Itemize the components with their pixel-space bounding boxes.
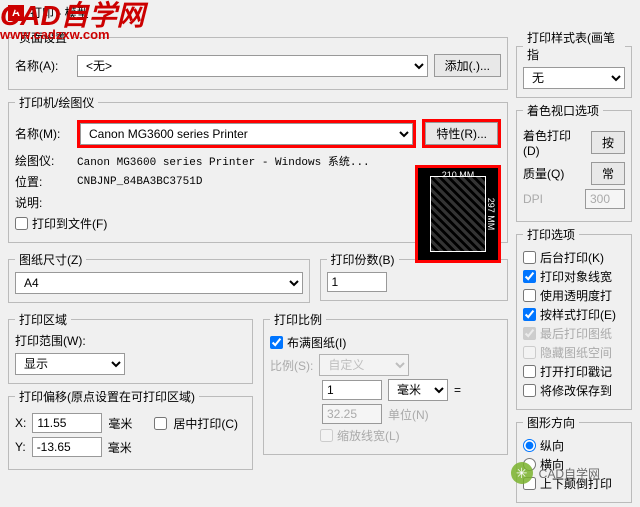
opt-hide-checkbox xyxy=(523,346,536,359)
opt-trans-checkbox[interactable] xyxy=(523,289,536,302)
ratio-label: 比例(S): xyxy=(270,357,313,374)
shaded-legend: 着色视口选项 xyxy=(523,102,603,119)
bottom-watermark-text: CAD自学网 xyxy=(539,465,600,482)
opt-bg-label: 后台打印(K) xyxy=(540,249,604,266)
offset-y-unit: 毫米 xyxy=(108,439,132,456)
shade-print-button[interactable]: 按 xyxy=(591,131,625,154)
print-area-group: 打印区域 打印范围(W): 显示 xyxy=(8,311,253,384)
opt-save-checkbox[interactable] xyxy=(523,384,536,397)
plotter-label: 绘图仪: xyxy=(15,152,71,169)
orient-group: 图形方向 纵向 横向 上下颠倒打印 xyxy=(516,414,632,503)
style-group: 打印样式表(画笔指 无 xyxy=(516,29,632,98)
scale-lw-label: 缩放线宽(L) xyxy=(337,427,400,444)
print-to-file-label: 打印到文件(F) xyxy=(32,215,107,232)
shade-print-label: 着色打印(D) xyxy=(523,127,585,158)
opt-obj-checkbox[interactable] xyxy=(523,270,536,283)
print-area-legend: 打印区域 xyxy=(15,311,71,328)
center-label: 居中打印(C) xyxy=(173,415,238,432)
opt-last-label: 最后打印图纸 xyxy=(540,325,612,342)
opt-trans-label: 使用透明度打 xyxy=(540,287,612,304)
paper-size-legend: 图纸尺寸(Z) xyxy=(15,251,86,268)
offset-x-label: X: xyxy=(15,416,26,430)
portrait-radio[interactable] xyxy=(523,439,536,452)
preview-height: 297 MM xyxy=(486,198,496,231)
opt-stamp-checkbox[interactable] xyxy=(523,365,536,378)
opt-obj-label: 打印对象线宽 xyxy=(540,268,612,285)
orient-legend: 图形方向 xyxy=(523,414,579,431)
scale-bot-input xyxy=(322,404,382,424)
location-value: CNBJNP_84BA3BC3751D xyxy=(77,176,202,188)
page-setup-group: 页面设置 名称(A): <无> 添加(.)... xyxy=(8,29,508,90)
offset-x-unit: 毫米 xyxy=(108,415,132,432)
bottom-watermark: ✳ CAD自学网 xyxy=(511,462,600,484)
opt-bg-checkbox[interactable] xyxy=(523,251,536,264)
scale-legend: 打印比例 xyxy=(270,311,326,328)
plotter-value: Canon MG3600 series Printer - Windows 系统… xyxy=(77,153,370,169)
dialog-title: 打印 - 模型 xyxy=(30,4,89,21)
print-to-file-checkbox[interactable] xyxy=(15,217,28,230)
opt-style-checkbox[interactable] xyxy=(523,308,536,321)
page-name-select[interactable]: <无> xyxy=(77,55,428,77)
page-name-label: 名称(A): xyxy=(15,57,71,74)
quality-label: 质量(Q) xyxy=(523,165,585,182)
print-range-select[interactable]: 显示 xyxy=(15,353,125,375)
scale-unit-select[interactable]: 毫米 xyxy=(388,379,448,401)
location-label: 位置: xyxy=(15,173,71,190)
opt-save-label: 将修改保存到 xyxy=(540,382,612,399)
offset-legend: 打印偏移(原点设置在可打印区域) xyxy=(15,388,199,405)
portrait-label: 纵向 xyxy=(540,437,564,454)
dpi-input xyxy=(585,189,625,209)
options-legend: 打印选项 xyxy=(523,226,579,243)
paper-size-group: 图纸尺寸(Z) A4 xyxy=(8,251,310,303)
style-legend: 打印样式表(画笔指 xyxy=(523,29,625,63)
printer-name-label: 名称(M): xyxy=(15,125,71,142)
scale-bot-unit: 单位(N) xyxy=(388,406,429,423)
offset-y-label: Y: xyxy=(15,440,26,454)
style-select[interactable]: 无 xyxy=(523,67,625,89)
printer-legend: 打印机/绘图仪 xyxy=(15,94,98,111)
ratio-select: 自定义 xyxy=(319,354,409,376)
app-icon: A xyxy=(8,5,24,21)
fit-checkbox[interactable] xyxy=(270,336,283,349)
opt-last-checkbox xyxy=(523,327,536,340)
desc-label: 说明: xyxy=(15,194,71,211)
dpi-label: DPI xyxy=(523,192,579,206)
properties-button[interactable]: 特性(R)... xyxy=(425,122,498,145)
offset-y-input[interactable] xyxy=(32,437,102,457)
scale-group: 打印比例 布满图纸(I) 比例(S): 自定义 xyxy=(263,311,508,455)
center-checkbox[interactable] xyxy=(154,417,167,430)
opt-hide-label: 隐藏图纸空间 xyxy=(540,344,612,361)
paper-preview: 210 MM 297 MM xyxy=(415,165,501,263)
page-setup-legend: 页面设置 xyxy=(15,29,71,46)
add-button[interactable]: 添加(.)... xyxy=(434,54,501,77)
offset-x-input[interactable] xyxy=(32,413,102,433)
printer-group: 打印机/绘图仪 名称(M): Canon MG3600 series Print… xyxy=(8,94,508,243)
paper-size-select[interactable]: A4 xyxy=(15,272,303,294)
printer-name-select[interactable]: Canon MG3600 series Printer xyxy=(80,123,413,145)
opt-style-label: 按样式打印(E) xyxy=(540,306,616,323)
scale-top-input[interactable] xyxy=(322,380,382,400)
print-range-label: 打印范围(W): xyxy=(15,332,246,349)
shaded-group: 着色视口选项 着色打印(D) 按 质量(Q) 常 DPI xyxy=(516,102,632,222)
equals-label: = xyxy=(454,383,461,397)
quality-button[interactable]: 常 xyxy=(591,162,625,185)
fit-label: 布满图纸(I) xyxy=(287,334,346,351)
options-group: 打印选项 后台打印(K) 打印对象线宽 使用透明度打 按样式打印(E) 最后打印… xyxy=(516,226,632,410)
opt-stamp-label: 打开打印戳记 xyxy=(540,363,612,380)
copies-legend: 打印份数(B) xyxy=(327,251,399,268)
offset-group: 打印偏移(原点设置在可打印区域) X: 毫米 居中打印(C) Y: 毫米 xyxy=(8,388,253,470)
copies-input[interactable] xyxy=(327,272,387,292)
wechat-icon: ✳ xyxy=(511,462,533,484)
scale-lw-checkbox xyxy=(320,429,333,442)
